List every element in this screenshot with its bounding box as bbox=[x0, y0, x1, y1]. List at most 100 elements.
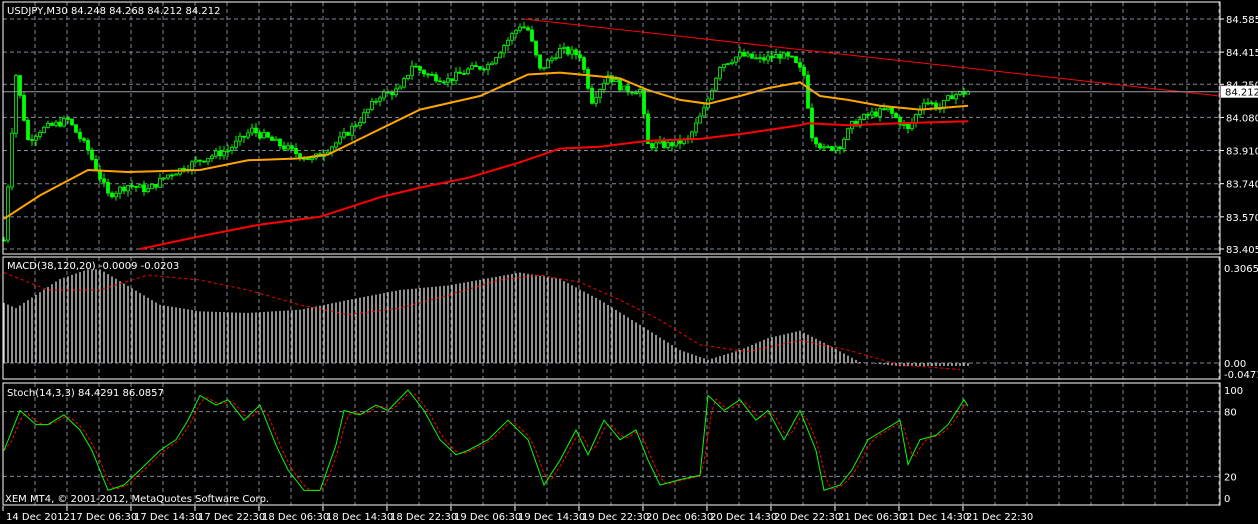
macd-tick-label: -0.0471 bbox=[1224, 370, 1258, 381]
candle-body bbox=[426, 73, 430, 76]
candle-body bbox=[506, 39, 510, 47]
candle-body bbox=[602, 82, 606, 90]
candle-body bbox=[482, 68, 486, 71]
candle-body bbox=[570, 49, 574, 55]
stoch-label: Stoch(14,3,3) 84.4291 86.0857 bbox=[7, 388, 164, 399]
candle-body bbox=[170, 174, 174, 177]
current-price-label: 84.212 bbox=[1225, 88, 1258, 99]
time-tick-label: 18 Dec 06:30 bbox=[262, 512, 329, 523]
candle-body bbox=[818, 143, 822, 149]
mt4-chart[interactable]: 84.58584.41584.25084.08083.91083.74083.5… bbox=[0, 0, 1258, 524]
candle-body bbox=[558, 48, 562, 59]
time-tick-label: 19 Dec 06:30 bbox=[454, 512, 521, 523]
candle-body bbox=[490, 62, 494, 66]
candle-body bbox=[546, 59, 550, 69]
candle-body bbox=[230, 146, 234, 151]
price-tick-label: 83.910 bbox=[1226, 147, 1258, 158]
candle-body bbox=[702, 107, 706, 117]
candle-body bbox=[246, 132, 250, 138]
candle-body bbox=[530, 29, 534, 42]
candle-body bbox=[46, 123, 50, 128]
candle-body bbox=[10, 132, 14, 188]
price-tick-label: 84.585 bbox=[1226, 15, 1258, 26]
candle-body bbox=[542, 67, 546, 70]
candle-body bbox=[154, 183, 158, 188]
candle-body bbox=[650, 143, 654, 149]
candle-body bbox=[386, 91, 390, 94]
candle-body bbox=[762, 57, 766, 61]
candle-body bbox=[218, 150, 222, 157]
candle-body bbox=[698, 115, 702, 124]
candle-body bbox=[50, 123, 54, 126]
time-tick-label: 21 Dec 22:30 bbox=[966, 512, 1033, 523]
candle-body bbox=[634, 92, 638, 95]
candle-body bbox=[406, 74, 410, 80]
candle-body bbox=[254, 127, 258, 134]
candle-body bbox=[430, 73, 434, 76]
macd-tick-label: 0.00 bbox=[1224, 359, 1246, 370]
candle-body bbox=[62, 118, 66, 127]
candle-body bbox=[890, 107, 894, 114]
candle-body bbox=[66, 118, 70, 120]
price-tick-label: 83.740 bbox=[1226, 180, 1258, 191]
candle-body bbox=[134, 185, 138, 188]
candle-body bbox=[534, 40, 538, 56]
candle-body bbox=[450, 78, 454, 82]
candle-body bbox=[282, 145, 286, 150]
candle-body bbox=[242, 135, 246, 138]
candle-body bbox=[510, 33, 514, 41]
candle-body bbox=[22, 95, 26, 121]
candle-body bbox=[126, 185, 130, 192]
candle-body bbox=[18, 75, 22, 96]
candle-body bbox=[554, 57, 558, 60]
time-tick-label: 17 Dec 22:30 bbox=[198, 512, 265, 523]
candle-body bbox=[174, 173, 178, 176]
candle-body bbox=[902, 124, 906, 126]
candle-body bbox=[474, 65, 478, 68]
candle-body bbox=[30, 139, 34, 141]
candle-body bbox=[130, 185, 134, 187]
chart-background bbox=[0, 0, 1258, 524]
candle-body bbox=[222, 151, 226, 157]
candle-body bbox=[834, 146, 838, 151]
candle-body bbox=[618, 79, 622, 91]
candle-body bbox=[522, 26, 526, 29]
candle-body bbox=[226, 149, 230, 152]
candle-body bbox=[670, 142, 674, 147]
candle-body bbox=[454, 71, 458, 82]
candle-body bbox=[14, 75, 18, 134]
candle-body bbox=[82, 138, 86, 141]
candle-body bbox=[54, 121, 58, 126]
candle-body bbox=[374, 100, 378, 103]
candle-body bbox=[258, 132, 262, 139]
candle-body bbox=[470, 65, 474, 70]
candle-body bbox=[882, 108, 886, 111]
candle-body bbox=[726, 63, 730, 65]
candle-body bbox=[486, 64, 490, 70]
candle-body bbox=[838, 146, 842, 150]
price-tick-label: 83.570 bbox=[1226, 213, 1258, 224]
candle-body bbox=[574, 49, 578, 56]
candle-body bbox=[566, 46, 570, 55]
time-tick-label: 20 Dec 06:30 bbox=[646, 512, 713, 523]
candle-body bbox=[778, 54, 782, 59]
candle-body bbox=[790, 55, 794, 58]
candle-body bbox=[190, 161, 194, 170]
candle-body bbox=[514, 29, 518, 35]
candle-body bbox=[198, 159, 202, 162]
candle-body bbox=[238, 135, 242, 142]
candle-body bbox=[34, 135, 38, 141]
candle-body bbox=[594, 97, 598, 104]
candle-body bbox=[822, 146, 826, 149]
candle-body bbox=[354, 125, 358, 128]
stoch-tick-label: 80 bbox=[1224, 408, 1237, 419]
candle-body bbox=[718, 67, 722, 79]
candle-body bbox=[626, 85, 630, 93]
candle-body bbox=[614, 79, 618, 82]
candle-body bbox=[422, 69, 426, 75]
candle-body bbox=[206, 158, 210, 163]
candle-body bbox=[306, 158, 310, 161]
candle-body bbox=[310, 157, 314, 161]
candle-body bbox=[166, 174, 170, 179]
candle-body bbox=[286, 145, 290, 150]
